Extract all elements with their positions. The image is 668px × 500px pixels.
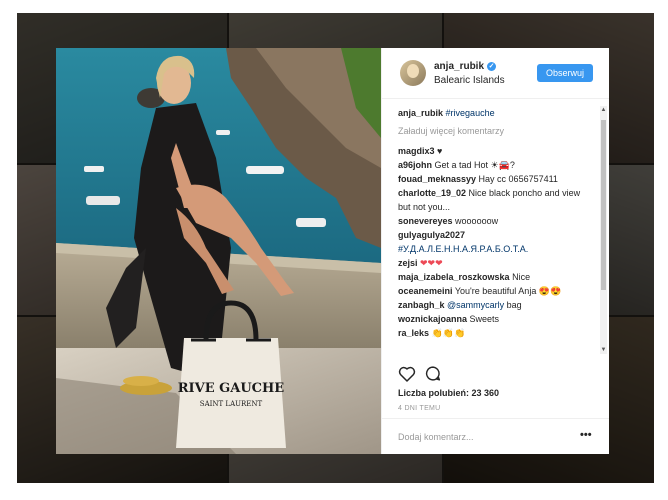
comment-text: 👏👏👏 — [429, 328, 466, 338]
comment: maja_izabela_roszkowska Nice — [398, 270, 593, 284]
comment: gulyagulya2027 #У.Д.А.Л.Е.Н.Н.А.Я.Р.А.Б.… — [398, 228, 593, 256]
comment-username[interactable]: a96john — [398, 160, 432, 170]
bag-brand-text: RIVE GAUCHE — [178, 381, 285, 396]
follow-button[interactable]: Obserwuj — [537, 64, 593, 82]
post-actions — [398, 364, 598, 384]
comment-text: bag — [504, 300, 522, 310]
post-photo[interactable]: RIVE GAUCHE SAINT LAURENT — [56, 48, 381, 454]
comment-icon[interactable] — [424, 365, 442, 382]
caption: anja_rubik #rivegauche — [398, 106, 593, 120]
comment-username[interactable]: magdix3 — [398, 146, 435, 156]
comment: zejsi ❤❤❤ — [398, 256, 593, 270]
post-username[interactable]: anja_rubik ✓ — [434, 61, 497, 72]
comment-username[interactable]: woznickajoanna — [398, 314, 467, 324]
comment-text: Sweets — [467, 314, 500, 324]
scrollbar-thumb[interactable] — [601, 120, 606, 290]
comment-text: You're beautiful Anja 😍😍 — [452, 286, 562, 296]
username-text[interactable]: anja_rubik — [434, 61, 484, 72]
comment: woznickajoanna Sweets — [398, 312, 593, 326]
comment: magdix3 ♥ — [398, 144, 593, 158]
more-options-icon[interactable]: ••• — [580, 429, 592, 441]
comments-list[interactable]: anja_rubik #rivegauche Załaduj więcej ko… — [398, 106, 593, 354]
comment-text: ♥ — [434, 146, 443, 156]
comment: ra_leks 👏👏👏 — [398, 326, 593, 340]
comment-mention[interactable]: @sammycarly — [447, 300, 504, 310]
likes-count[interactable]: Liczba polubień: 23 360 — [398, 388, 499, 398]
caption-hashtag[interactable]: #rivegauche — [446, 108, 495, 118]
add-comment-input[interactable] — [398, 430, 558, 444]
comment-username[interactable]: gulyagulya2027 — [398, 230, 465, 240]
post-timestamp[interactable]: 4 DNI TEMU — [398, 405, 441, 412]
post-location[interactable]: Balearic Islands — [434, 75, 505, 86]
comment-text: Hay cc 0656757411 — [476, 174, 558, 184]
comment-text: ❤❤❤ — [417, 258, 443, 268]
heart-icon[interactable] — [398, 365, 416, 382]
post-sidebar: anja_rubik ✓ Balearic Islands Obserwuj an… — [381, 48, 609, 454]
caption-username[interactable]: anja_rubik — [398, 108, 443, 118]
comment: fouad_meknassyy Hay cc 0656757411 — [398, 172, 593, 186]
scroll-down-icon[interactable]: ▼ — [600, 346, 607, 354]
comment-username[interactable]: sonevereyes — [398, 216, 453, 226]
post-header: anja_rubik ✓ Balearic Islands Obserwuj — [382, 48, 609, 99]
comment-username[interactable]: oceanemeini — [398, 286, 453, 296]
avatar[interactable] — [400, 60, 426, 86]
comment: oceanemeini You're beautiful Anja 😍😍 — [398, 284, 593, 298]
comment-text: Get a tad Hot ☀🚘? — [432, 160, 515, 170]
post-photo-graphic: RIVE GAUCHE SAINT LAURENT — [56, 48, 381, 454]
comment-username[interactable]: charlotte_19_02 — [398, 188, 466, 198]
verified-badge-icon: ✓ — [487, 61, 497, 71]
comment-username[interactable]: zejsi — [398, 258, 418, 268]
comment-username[interactable]: zanbagh_k — [398, 300, 445, 310]
comment: a96john Get a tad Hot ☀🚘? — [398, 158, 593, 172]
load-more-comments-button[interactable]: Załaduj więcej komentarzy — [398, 124, 593, 138]
comment-text: Nice — [509, 272, 531, 282]
bag-label-text: SAINT LAURENT — [200, 400, 263, 408]
comment-username[interactable]: ra_leks — [398, 328, 429, 338]
comment-hashtag[interactable]: #У.Д.А.Л.Е.Н.Н.А.Я.Р.А.Б.О.Т.А. — [398, 244, 528, 254]
comment: zanbagh_k @sammycarly bag — [398, 298, 593, 312]
comment-username[interactable]: fouad_meknassyy — [398, 174, 476, 184]
comment: sonevereyes woooooow — [398, 214, 593, 228]
comment: charlotte_19_02 Nice black poncho and vi… — [398, 186, 593, 214]
comment-text: woooooow — [452, 216, 499, 226]
post-modal: RIVE GAUCHE SAINT LAURENT anja_rubik ✓ Ba… — [56, 48, 609, 454]
scroll-up-icon[interactable]: ▲ — [600, 106, 607, 114]
comment-username[interactable]: maja_izabela_roszkowska — [398, 272, 510, 282]
add-comment-section: ••• — [382, 418, 609, 455]
comments-scrollbar[interactable]: ▲ ▼ — [600, 106, 607, 354]
